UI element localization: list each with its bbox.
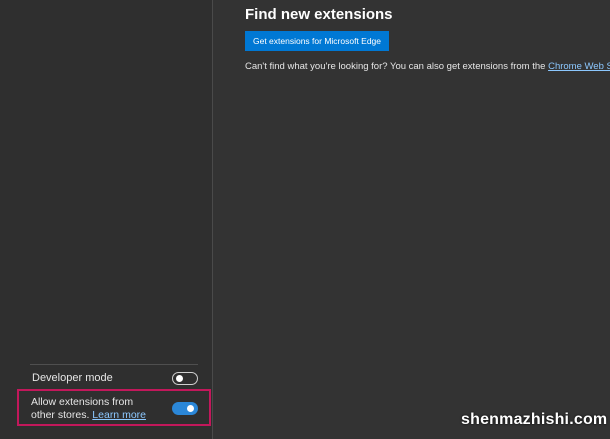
watermark: shenmazhishi.com: [461, 411, 608, 428]
sidebar-divider: [30, 364, 198, 365]
sidebar: Developer mode Allow extensions from oth…: [0, 0, 213, 439]
page-title: Find new extensions: [245, 6, 393, 23]
chrome-web-store-link[interactable]: Chrome Web Store: [548, 61, 610, 72]
allow-other-stores-toggle[interactable]: [172, 402, 198, 415]
allow-other-stores-row: Allow extensions from other stores. Lear…: [31, 396, 198, 422]
toggle-knob: [187, 405, 194, 412]
developer-mode-row: Developer mode: [32, 371, 198, 387]
get-extensions-button[interactable]: Get extensions for Microsoft Edge: [245, 31, 389, 51]
cant-find-prefix: Can't find what you're looking for? You …: [245, 61, 549, 72]
allow-other-stores-label: Allow extensions from other stores. Lear…: [31, 396, 156, 422]
developer-mode-label: Developer mode: [32, 372, 113, 384]
cant-find-text: Can't find what you're looking for? You …: [245, 61, 610, 72]
developer-mode-toggle[interactable]: [172, 372, 198, 385]
learn-more-link[interactable]: Learn more: [92, 409, 146, 421]
toggle-knob: [176, 375, 183, 382]
